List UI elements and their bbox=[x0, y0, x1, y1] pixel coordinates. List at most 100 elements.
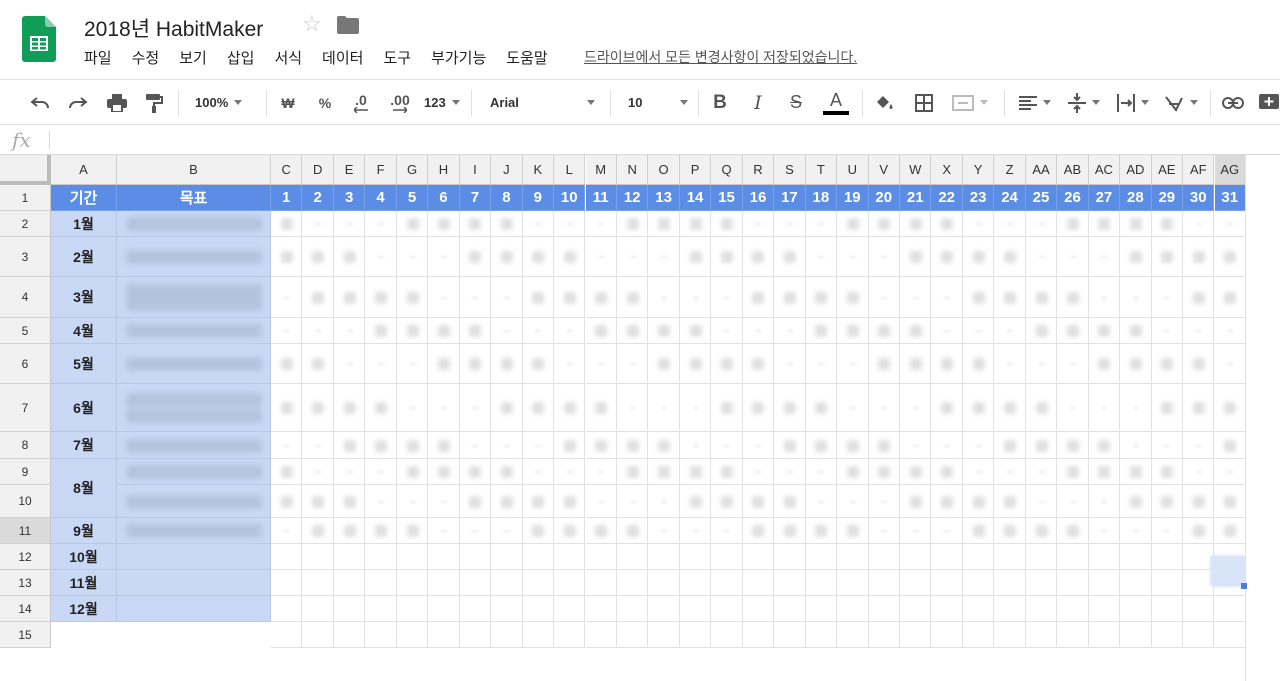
header-day-21[interactable]: 21 bbox=[900, 185, 932, 211]
header-day-28[interactable]: 28 bbox=[1120, 185, 1152, 211]
document-title[interactable]: 2018년 HabitMaker bbox=[84, 13, 263, 43]
day-cell[interactable] bbox=[931, 622, 963, 648]
day-cell[interactable] bbox=[428, 570, 460, 596]
day-cell[interactable] bbox=[554, 622, 586, 648]
column-header-i[interactable]: I bbox=[459, 155, 492, 185]
menu-format[interactable]: 서식 bbox=[274, 47, 302, 68]
row-header-9[interactable]: 9 bbox=[0, 459, 51, 485]
day-cell[interactable] bbox=[1120, 596, 1152, 622]
column-header-e[interactable]: E bbox=[333, 155, 366, 185]
header-day-4[interactable]: 4 bbox=[365, 185, 397, 211]
day-cell[interactable] bbox=[805, 596, 838, 622]
header-day-22[interactable]: 22 bbox=[931, 185, 963, 211]
month-cell[interactable]: 1월 bbox=[51, 211, 117, 237]
column-header-t[interactable]: T bbox=[805, 155, 838, 185]
day-cell[interactable] bbox=[868, 622, 900, 648]
row-header-1[interactable]: 1 bbox=[0, 185, 51, 211]
day-cell[interactable] bbox=[1057, 570, 1089, 596]
column-header-ac[interactable]: AC bbox=[1088, 155, 1121, 185]
day-cell[interactable] bbox=[271, 622, 303, 648]
day-cell[interactable] bbox=[1151, 544, 1184, 570]
row-header-11[interactable]: 11 bbox=[0, 518, 51, 544]
goal-cell[interactable] bbox=[117, 544, 271, 570]
month-cell[interactable]: 8월 bbox=[51, 459, 117, 518]
day-cell[interactable] bbox=[396, 596, 429, 622]
goal-cell[interactable] bbox=[117, 570, 271, 596]
row-header-4[interactable]: 4 bbox=[0, 277, 51, 318]
day-cell[interactable] bbox=[396, 544, 429, 570]
font-family-select[interactable]: Arial bbox=[490, 80, 595, 125]
header-day-6[interactable]: 6 bbox=[428, 185, 460, 211]
month-cell[interactable]: 5월 bbox=[51, 344, 117, 384]
day-cell[interactable] bbox=[931, 570, 963, 596]
day-cell[interactable] bbox=[711, 570, 743, 596]
column-header-ae[interactable]: AE bbox=[1151, 155, 1184, 185]
column-header-o[interactable]: O bbox=[648, 155, 680, 185]
column-header-ad[interactable]: AD bbox=[1120, 155, 1152, 185]
day-cell[interactable] bbox=[585, 622, 617, 648]
day-cell[interactable] bbox=[742, 544, 775, 570]
decrease-decimal-button[interactable]: .0 bbox=[348, 80, 374, 125]
day-cell[interactable] bbox=[333, 622, 366, 648]
header-day-24[interactable]: 24 bbox=[994, 185, 1026, 211]
column-header-af[interactable]: AF bbox=[1183, 155, 1215, 185]
zoom-select[interactable]: 100% bbox=[195, 80, 257, 125]
header-day-10[interactable]: 10 bbox=[554, 185, 586, 211]
column-header-z[interactable]: Z bbox=[994, 155, 1026, 185]
day-cell[interactable] bbox=[302, 622, 334, 648]
header-day-3[interactable]: 3 bbox=[333, 185, 366, 211]
month-cell[interactable]: 9월 bbox=[51, 518, 117, 544]
month-cell[interactable]: 10월 bbox=[51, 544, 117, 570]
header-day-8[interactable]: 8 bbox=[491, 185, 523, 211]
day-cell[interactable] bbox=[1214, 596, 1246, 622]
column-header-v[interactable]: V bbox=[868, 155, 900, 185]
row-header-12[interactable]: 12 bbox=[0, 544, 51, 570]
header-day-7[interactable]: 7 bbox=[459, 185, 492, 211]
folder-icon[interactable] bbox=[337, 16, 359, 34]
row-header-13[interactable]: 13 bbox=[0, 570, 51, 596]
day-cell[interactable] bbox=[648, 544, 680, 570]
header-day-12[interactable]: 12 bbox=[616, 185, 649, 211]
column-header-h[interactable]: H bbox=[428, 155, 460, 185]
day-cell[interactable] bbox=[616, 596, 649, 622]
day-cell[interactable] bbox=[805, 570, 838, 596]
increase-decimal-button[interactable]: .00 bbox=[385, 80, 415, 125]
row-header-10[interactable]: 10 bbox=[0, 485, 51, 518]
day-cell[interactable] bbox=[1151, 622, 1184, 648]
day-cell[interactable] bbox=[962, 570, 995, 596]
day-cell[interactable] bbox=[931, 596, 963, 622]
column-header-f[interactable]: F bbox=[365, 155, 397, 185]
column-header-u[interactable]: U bbox=[837, 155, 869, 185]
vertical-align-button[interactable] bbox=[1063, 80, 1105, 125]
day-cell[interactable] bbox=[302, 596, 334, 622]
day-cell[interactable] bbox=[994, 622, 1026, 648]
day-cell[interactable] bbox=[1025, 544, 1058, 570]
header-day-17[interactable]: 17 bbox=[774, 185, 806, 211]
select-all-corner[interactable] bbox=[0, 155, 51, 185]
text-wrapping-button[interactable] bbox=[1112, 80, 1154, 125]
day-cell[interactable] bbox=[994, 544, 1026, 570]
text-color-button[interactable]: A bbox=[822, 80, 850, 125]
day-cell[interactable] bbox=[742, 622, 775, 648]
column-header-n[interactable]: N bbox=[616, 155, 649, 185]
day-cell[interactable] bbox=[491, 544, 523, 570]
paint-format-button[interactable] bbox=[140, 80, 168, 125]
day-cell[interactable] bbox=[1088, 570, 1121, 596]
day-cell[interactable] bbox=[616, 622, 649, 648]
month-cell[interactable]: 2월 bbox=[51, 237, 117, 277]
day-cell[interactable] bbox=[994, 596, 1026, 622]
header-day-5[interactable]: 5 bbox=[396, 185, 429, 211]
merge-cells-button[interactable] bbox=[950, 80, 990, 125]
day-cell[interactable] bbox=[365, 544, 397, 570]
print-button[interactable] bbox=[103, 80, 131, 125]
day-cell[interactable] bbox=[774, 570, 806, 596]
header-day-13[interactable]: 13 bbox=[648, 185, 680, 211]
day-cell[interactable] bbox=[428, 544, 460, 570]
day-cell[interactable] bbox=[711, 544, 743, 570]
month-cell[interactable]: 11월 bbox=[51, 570, 117, 596]
day-cell[interactable] bbox=[1120, 570, 1152, 596]
day-cell[interactable] bbox=[333, 544, 366, 570]
day-cell[interactable] bbox=[837, 544, 869, 570]
day-cell[interactable] bbox=[962, 596, 995, 622]
save-status-link[interactable]: 드라이브에서 모든 변경사항이 저장되었습니다. bbox=[584, 47, 857, 67]
